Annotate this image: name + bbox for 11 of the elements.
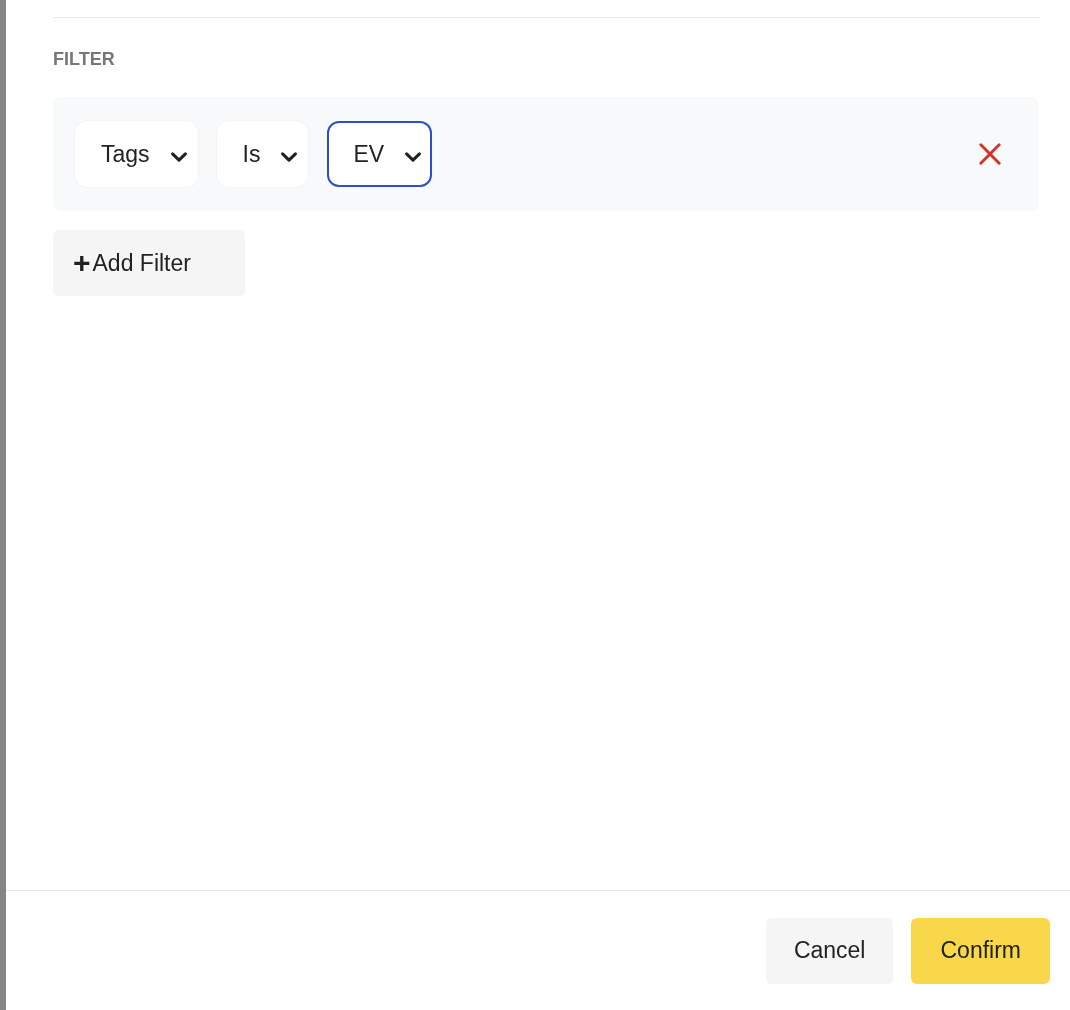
chevron-down-icon (280, 151, 299, 163)
dropdown[interactable]: EV (327, 121, 433, 187)
add-filter-button[interactable]: +Add Filter (53, 230, 245, 296)
dropdown[interactable]: Tags (75, 121, 198, 187)
chevron-down-icon (404, 151, 423, 163)
cancel-button[interactable]: Cancel (765, 917, 894, 984)
confirm-button[interactable]: Confirm (911, 917, 1050, 984)
plus-icon: + (73, 248, 91, 278)
dropdown[interactable]: Is (216, 121, 309, 187)
chevron-down-icon (169, 151, 188, 163)
section-title: FILTER (53, 48, 116, 70)
